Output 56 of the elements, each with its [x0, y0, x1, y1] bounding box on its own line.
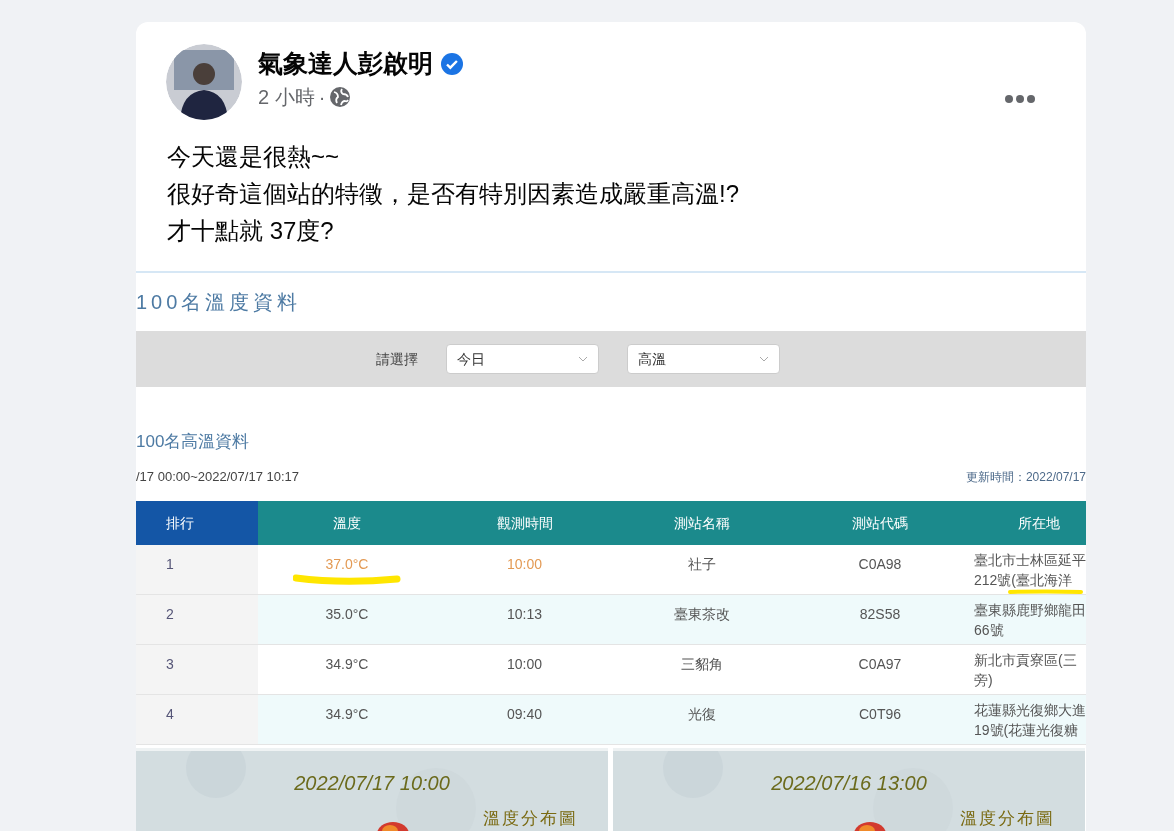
temperature-cell-text: 34.9°C: [325, 655, 369, 674]
separator: ·: [318, 85, 326, 110]
page-title: 100名溫度資料: [136, 290, 302, 315]
map-timestamp: 2022/07/16 13:00: [771, 771, 927, 796]
post-text-line: 才十點就 37度?: [167, 217, 334, 244]
address-line: 212號(臺北海洋: [974, 571, 1074, 590]
chevron-down-icon: [578, 356, 588, 362]
time-cell-text: 10:00: [506, 655, 542, 674]
address-line: 新北市貢寮區(三: [974, 651, 1078, 670]
station-name-cell-text: 光復: [688, 705, 716, 724]
post-text-line: 今天還是很熱~~: [167, 143, 340, 170]
address-line: 臺東縣鹿野鄉龍田: [974, 601, 1086, 620]
avatar[interactable]: [166, 44, 242, 120]
dropdown[interactable]: 高溫: [627, 344, 780, 374]
temperature-cell-text: 35.0°C: [325, 605, 369, 624]
column-header: 所在地: [969, 501, 1086, 545]
column-header: 排行: [136, 501, 258, 545]
more-options-icon[interactable]: [1004, 94, 1036, 104]
chevron-down-icon: [759, 356, 769, 362]
time-cell-text: 10:00: [506, 555, 542, 574]
rank-cell: 2: [166, 606, 174, 622]
map-title: 溫度分布圖: [483, 807, 578, 830]
address-line: 66號: [974, 621, 1005, 640]
map-timestamp: 2022/07/17 10:00: [294, 771, 450, 796]
filter-label: 請選擇: [376, 349, 418, 369]
column-header: 測站代碼: [791, 501, 969, 545]
map-title: 溫度分布圖: [960, 807, 1055, 830]
section-title: 100名高溫資料: [136, 431, 250, 454]
time-cell-text: 09:40: [506, 705, 542, 724]
rank-cell: 4: [166, 706, 174, 722]
station-name-cell-text: 臺東茶改: [674, 605, 730, 624]
time-cell-text: 10:13: [506, 605, 542, 624]
globe-icon: [329, 86, 352, 108]
update-time: 更新時間：2022/07/17: [965, 469, 1086, 486]
station-code-cell-text: C0A97: [858, 655, 902, 674]
address-line: 花蓮縣光復鄉大進: [974, 701, 1086, 720]
station-name-cell-text: 社子: [688, 555, 716, 574]
temperature-cell-text: 37.0°C: [325, 555, 369, 574]
date-range: /17 00:00~2022/07/17 10:17: [136, 468, 299, 487]
address-line: 19號(花蓮光復糖: [974, 721, 1080, 740]
post-text-line: 很好奇這個站的特徵，是否有特別因素造成嚴重高溫!?: [167, 180, 739, 207]
rank-cell: 1: [166, 556, 174, 572]
station-code-cell-text: C0A98: [858, 555, 902, 574]
address-line: 臺北市士林區延平: [974, 551, 1086, 570]
column-header: 測站名稱: [613, 501, 791, 545]
station-code-cell-text: 82S58: [859, 605, 901, 624]
rank-cell: 3: [166, 656, 174, 672]
dropdown[interactable]: 今日: [446, 344, 599, 374]
temperature-cell-text: 34.9°C: [325, 705, 369, 724]
station-name-cell-text: 三貂角: [681, 655, 723, 674]
column-header: 溫度: [258, 501, 436, 545]
address-line: 旁): [974, 671, 994, 690]
author-name[interactable]: 氣象達人彭啟明: [258, 45, 433, 83]
post-time[interactable]: 2 小時: [258, 82, 315, 112]
column-header: 觀測時間: [436, 501, 613, 545]
station-code-cell-text: C0T96: [859, 705, 901, 724]
